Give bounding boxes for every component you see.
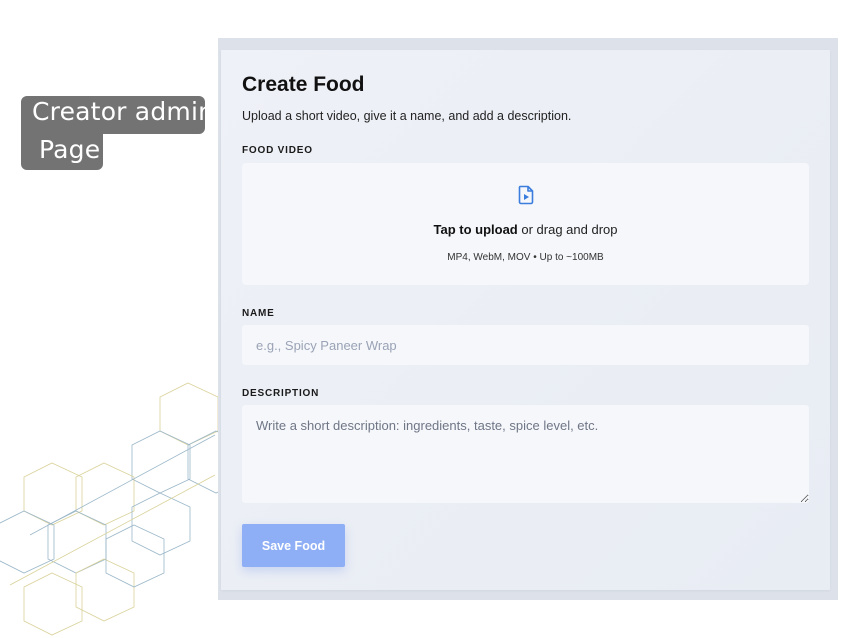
annotation-label: Creator admin Page [32, 96, 214, 165]
save-food-button[interactable]: Save Food [242, 524, 345, 567]
video-file-icon [518, 185, 534, 205]
upload-format-hint: MP4, WebM, MOV • Up to ~100MB [447, 252, 604, 263]
video-upload-dropzone[interactable]: Tap to upload or drag and drop MP4, WebM… [242, 163, 809, 285]
hexagon-pattern-decoration [0, 382, 225, 636]
page-subtitle: Upload a short video, give it a name, an… [242, 109, 572, 123]
upload-instruction: Tap to upload or drag and drop [242, 222, 809, 237]
annotation-line-2: Page [39, 135, 101, 164]
name-input[interactable] [242, 325, 809, 365]
create-food-card [221, 50, 830, 590]
food-video-label: FOOD VIDEO [242, 145, 313, 156]
description-label: DESCRIPTION [242, 388, 320, 399]
description-textarea[interactable] [242, 405, 809, 503]
annotation-line-1: Creator admin [32, 97, 215, 126]
name-label: NAME [242, 308, 275, 319]
tap-to-upload-text[interactable]: Tap to upload [434, 222, 518, 237]
page-title: Create Food [242, 73, 365, 96]
drag-and-drop-text: or drag and drop [517, 222, 618, 237]
